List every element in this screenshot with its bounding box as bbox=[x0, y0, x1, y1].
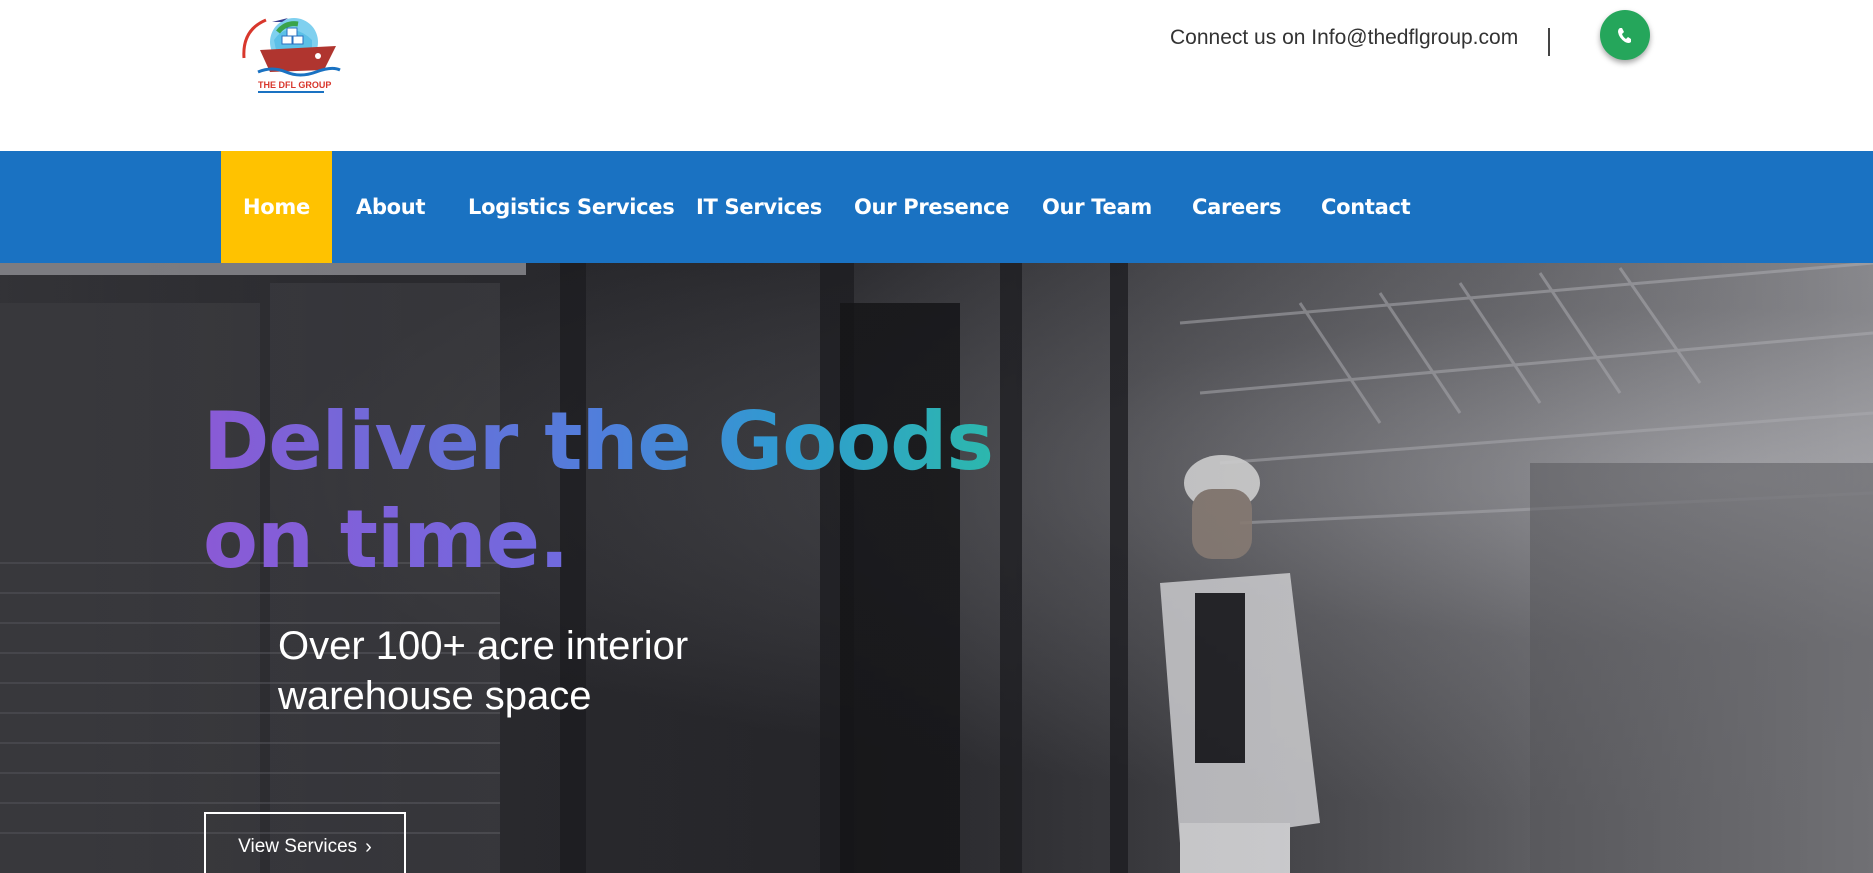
svg-text:THE DFL GROUP: THE DFL GROUP bbox=[258, 80, 331, 90]
subtext-line-1: Over 100+ acre interior bbox=[278, 624, 689, 668]
headline-line-2: on time. bbox=[203, 491, 1103, 589]
slider-progress-bar bbox=[0, 263, 526, 275]
phone-icon bbox=[1618, 28, 1631, 43]
hero-subtext: Over 100+ acre interior warehouse space bbox=[278, 621, 798, 721]
nav-item-label: IT Services bbox=[696, 195, 822, 219]
nav-item-label: Our Presence bbox=[854, 195, 1010, 219]
header-divider bbox=[1548, 28, 1550, 56]
nav-item-it-services[interactable]: IT Services bbox=[696, 151, 822, 263]
top-header: THE DFL GROUP Connect us on Info@thedflg… bbox=[0, 0, 1873, 151]
nav-item-our-team[interactable]: Our Team bbox=[1042, 151, 1152, 263]
nav-item-about[interactable]: About bbox=[356, 151, 426, 263]
nav-item-careers[interactable]: Careers bbox=[1192, 151, 1281, 263]
view-services-button[interactable]: View Services › bbox=[204, 812, 406, 873]
subtext-line-2: warehouse space bbox=[278, 674, 592, 718]
whatsapp-icon[interactable] bbox=[1600, 10, 1650, 60]
nav-item-contact[interactable]: Contact bbox=[1321, 151, 1411, 263]
nav-item-logistics-services[interactable]: Logistics Services bbox=[468, 151, 675, 263]
nav-item-home[interactable]: Home bbox=[221, 151, 332, 263]
nav-item-label: Contact bbox=[1321, 195, 1411, 219]
nav-item-our-presence[interactable]: Our Presence bbox=[854, 151, 1010, 263]
nav-item-label: Logistics Services bbox=[468, 195, 675, 219]
hero-headline: Deliver the Goods on time. bbox=[203, 393, 1103, 589]
headline-line-1: Deliver the Goods bbox=[203, 393, 1103, 491]
chevron-right-icon: › bbox=[365, 836, 372, 858]
nav-item-label: About bbox=[356, 195, 426, 219]
main-navigation: Home About Logistics Services IT Service… bbox=[0, 151, 1873, 263]
contact-email-text[interactable]: Connect us on Info@thedflgroup.com bbox=[1170, 26, 1518, 50]
nav-item-label: Our Team bbox=[1042, 195, 1152, 219]
nav-item-label: Home bbox=[243, 195, 310, 219]
company-logo[interactable]: THE DFL GROUP bbox=[232, 10, 344, 102]
view-services-label: View Services bbox=[238, 836, 358, 857]
hero-banner: Deliver the Goods on time. Over 100+ acr… bbox=[0, 263, 1873, 873]
nav-item-label: Careers bbox=[1192, 195, 1282, 219]
logo-graphic: THE DFL GROUP bbox=[242, 18, 341, 93]
